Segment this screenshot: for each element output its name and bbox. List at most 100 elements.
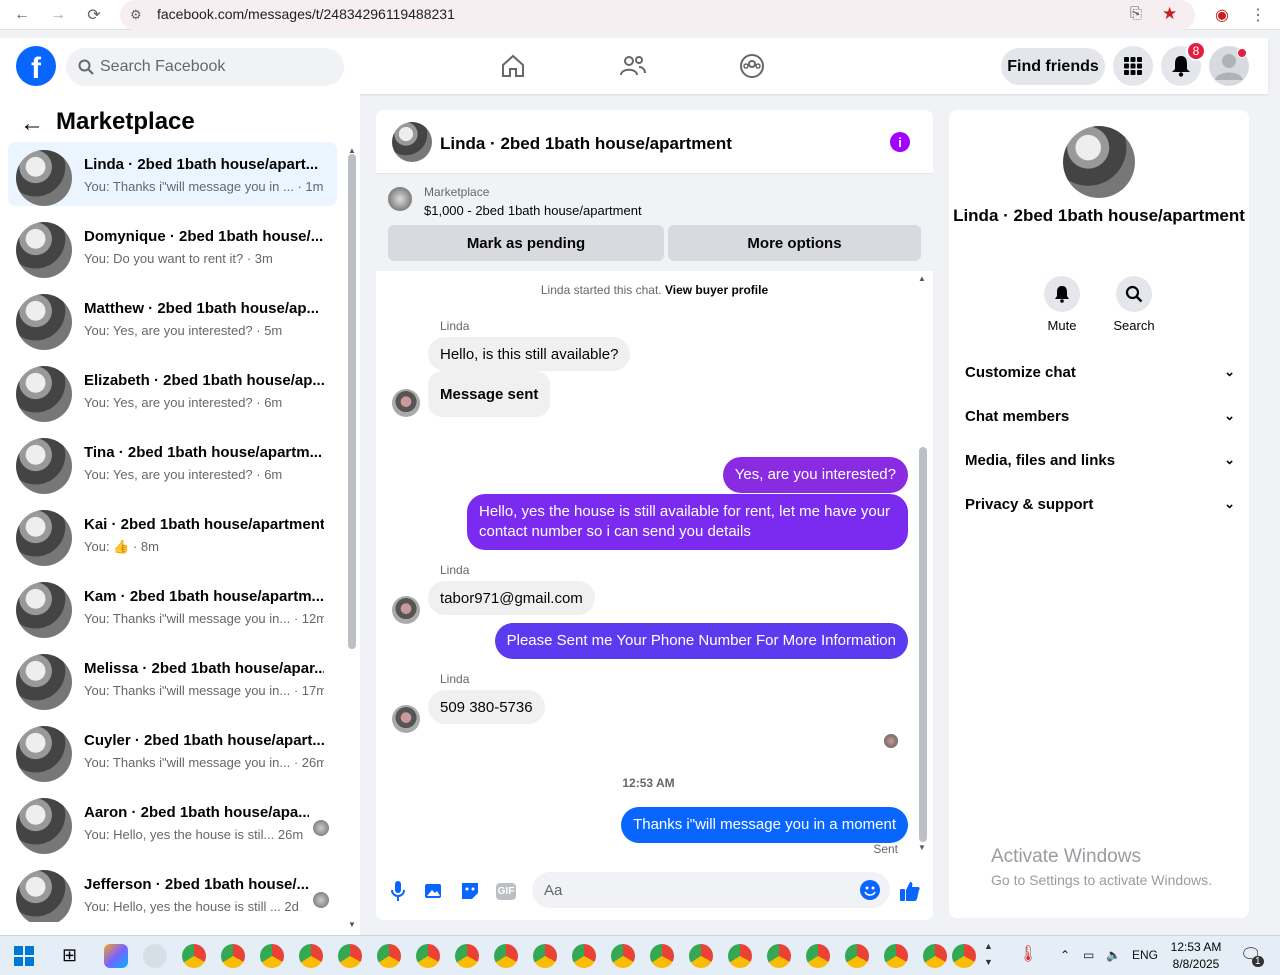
install-icon[interactable]: ⎘ xyxy=(1130,5,1142,22)
taskbar-scroll-icon[interactable]: ▲ ▼ xyxy=(984,938,993,970)
chrome-icon[interactable] xyxy=(952,944,976,968)
emoji-icon[interactable] xyxy=(860,880,880,900)
mute-button[interactable]: Mute xyxy=(1032,276,1092,333)
home-icon[interactable] xyxy=(497,50,529,82)
customize-chat-row[interactable]: Customize chat ⌄ xyxy=(965,364,1235,381)
incoming-message[interactable]: Message sent xyxy=(428,371,551,417)
chat-members-row[interactable]: Chat members ⌄ xyxy=(965,408,1235,425)
chrome-icon[interactable] xyxy=(299,944,323,968)
outgoing-message[interactable]: Yes, are you interested? xyxy=(722,457,908,493)
outgoing-message[interactable]: Thanks i"will message you in a moment xyxy=(621,807,908,843)
start-icon[interactable] xyxy=(14,946,34,971)
facebook-logo-icon[interactable]: f xyxy=(16,46,56,86)
chrome-icon[interactable] xyxy=(533,944,557,968)
view-buyer-profile-link[interactable]: View buyer profile xyxy=(665,283,768,297)
listing-thumbnail[interactable] xyxy=(388,187,412,211)
copilot-icon[interactable] xyxy=(104,944,128,968)
chrome-icon[interactable] xyxy=(650,944,674,968)
conversation-item[interactable]: Cuyler · 2bed 1bath house/apart... You: … xyxy=(8,718,337,782)
conversation-item[interactable]: Jefferson · 2bed 1bath house/... You: He… xyxy=(8,862,337,922)
chat-scroll-down-icon[interactable]: ▼ xyxy=(918,843,926,852)
menu-grid-icon[interactable] xyxy=(1113,46,1153,86)
task-view-icon[interactable]: ⊞ xyxy=(62,945,77,966)
conversation-thumbnail xyxy=(16,294,72,350)
conversation-item[interactable]: Aaron · 2bed 1bath house/apa... You: Hel… xyxy=(8,790,337,854)
outgoing-message[interactable]: Hello, yes the house is still available … xyxy=(467,494,908,550)
chrome-icon[interactable] xyxy=(338,944,362,968)
chrome-icon[interactable] xyxy=(923,944,947,968)
mark-pending-button[interactable]: Mark as pending xyxy=(388,225,664,261)
chat-scrollbar[interactable] xyxy=(919,447,927,842)
incoming-message[interactable]: Hello, is this still available? xyxy=(428,337,631,371)
chat-avatar[interactable] xyxy=(392,122,432,162)
sender-avatar[interactable] xyxy=(392,705,420,733)
conversation-name: Kam · 2bed 1bath house/apartm... xyxy=(84,588,324,605)
groups-icon[interactable] xyxy=(736,50,768,82)
chrome-icon[interactable] xyxy=(845,944,869,968)
sender-avatar[interactable] xyxy=(392,596,420,624)
conversation-item[interactable]: Domynique · 2bed 1bath house/... You: Do… xyxy=(8,214,337,278)
sticker-icon[interactable] xyxy=(459,880,481,902)
details-avatar[interactable] xyxy=(1063,126,1135,198)
conversation-item[interactable]: Elizabeth · 2bed 1bath house/ap... You: … xyxy=(8,358,337,422)
conversation-item[interactable]: Tina · 2bed 1bath house/apartm... You: Y… xyxy=(8,430,337,494)
more-options-button[interactable]: More options xyxy=(668,225,921,261)
chrome-icon[interactable] xyxy=(416,944,440,968)
forward-icon[interactable]: → xyxy=(46,3,70,27)
privacy-support-row[interactable]: Privacy & support ⌄ xyxy=(965,496,1235,513)
chrome-icon[interactable] xyxy=(455,944,479,968)
tray-chevron-icon[interactable]: ⌃ xyxy=(1060,948,1070,962)
search-chat-button[interactable]: Search xyxy=(1104,276,1164,333)
chat-scroll-up-icon[interactable]: ▲ xyxy=(918,274,926,283)
volume-icon[interactable]: 🔈 xyxy=(1106,948,1121,962)
chrome-icon[interactable] xyxy=(611,944,635,968)
media-files-row[interactable]: Media, files and links ⌄ xyxy=(965,452,1235,469)
conversation-item[interactable]: Matthew · 2bed 1bath house/ap... You: Ye… xyxy=(8,286,337,350)
chrome-icon[interactable] xyxy=(221,944,245,968)
listing-title[interactable]: $1,000 - 2bed 1bath house/apartment xyxy=(424,203,642,218)
bookmark-star-icon[interactable]: ★ xyxy=(1162,4,1177,24)
conversation-item[interactable]: Kam · 2bed 1bath house/apartm... You: Th… xyxy=(8,574,337,638)
conversation-item[interactable]: Melissa · 2bed 1bath house/apar... You: … xyxy=(8,646,337,710)
conversation-item[interactable]: Kai · 2bed 1bath house/apartment You: 👍 … xyxy=(8,502,337,566)
microphone-icon[interactable] xyxy=(387,880,409,902)
message-input[interactable]: Aa xyxy=(532,872,890,908)
chrome-icon[interactable] xyxy=(728,944,752,968)
chat-title[interactable]: Linda · 2bed 1bath house/apartment xyxy=(440,134,732,154)
site-settings-icon[interactable]: ⚙ xyxy=(130,7,142,23)
like-thumb-icon[interactable] xyxy=(899,880,921,902)
outgoing-message[interactable]: Please Sent me Your Phone Number For Mor… xyxy=(494,623,908,659)
chrome-icon[interactable] xyxy=(806,944,830,968)
gif-icon[interactable]: GIF xyxy=(495,880,517,902)
temperature-icon[interactable]: 🌡 xyxy=(1018,944,1038,964)
incoming-message[interactable]: tabor971@gmail.com xyxy=(428,581,595,615)
chrome-icon[interactable] xyxy=(689,944,713,968)
photo-icon[interactable] xyxy=(423,880,445,902)
incoming-message[interactable]: 509 380-5736 xyxy=(428,690,545,724)
chrome-icon[interactable] xyxy=(884,944,908,968)
chrome-icon[interactable] xyxy=(260,944,284,968)
back-arrow-icon[interactable]: ← xyxy=(20,110,44,138)
scroll-down-icon[interactable]: ▼ xyxy=(348,920,356,929)
network-icon[interactable]: ▭ xyxy=(1083,948,1094,962)
find-friends-button[interactable]: Find friends xyxy=(1001,48,1105,85)
profile-icon[interactable]: ◉ xyxy=(1210,3,1234,27)
chrome-icon[interactable] xyxy=(377,944,401,968)
chrome-icon[interactable] xyxy=(572,944,596,968)
chrome-icon[interactable] xyxy=(182,944,206,968)
app-icon[interactable] xyxy=(143,944,167,968)
reload-icon[interactable]: ⟳ xyxy=(82,3,106,27)
menu-dots-icon[interactable]: ⋮ xyxy=(1246,3,1270,27)
clock[interactable]: 12:53 AM 8/8/2025 xyxy=(1168,939,1224,973)
friends-icon[interactable] xyxy=(617,50,649,82)
chrome-icon[interactable] xyxy=(494,944,518,968)
address-bar[interactable]: ⚙ facebook.com/messages/t/24834296119488… xyxy=(120,0,1195,30)
conversation-item[interactable]: Linda · 2bed 1bath house/apart... You: T… xyxy=(8,142,337,206)
chrome-icon[interactable] xyxy=(767,944,791,968)
info-icon[interactable]: i xyxy=(890,132,910,152)
back-icon[interactable]: ← xyxy=(10,3,34,27)
search-input[interactable]: Search Facebook xyxy=(66,48,344,86)
language-indicator[interactable]: ENG xyxy=(1132,948,1158,962)
sidebar-scrollbar[interactable] xyxy=(348,154,356,649)
sender-avatar[interactable] xyxy=(392,389,420,417)
